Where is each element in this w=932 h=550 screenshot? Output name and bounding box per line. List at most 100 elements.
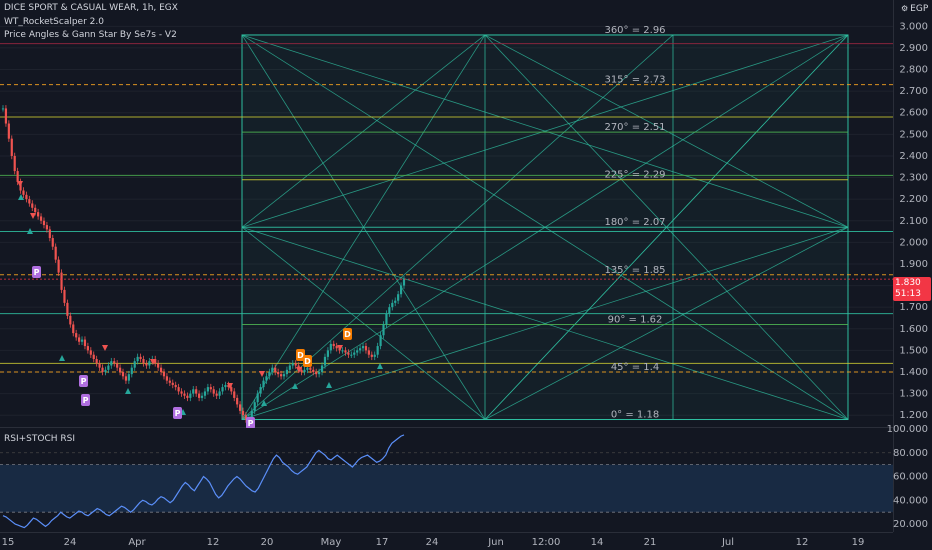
price-axis-tick: 2.900 (899, 43, 928, 54)
gann-level-label: 360° = 2.96 (604, 25, 665, 36)
time-axis-tick: 20 (261, 537, 274, 548)
indicator-gann-star: Price Angles & Gann Star By Se7s - V2 (4, 30, 177, 40)
candle-body (274, 367, 277, 372)
candle-body (382, 324, 385, 336)
candle-body (1, 108, 5, 110)
candle-body (101, 367, 104, 372)
candle-body (37, 212, 40, 217)
candle-body (215, 393, 218, 396)
candle-body (198, 393, 201, 398)
candle-body (277, 371, 280, 375)
candle-body (148, 361, 151, 366)
candle-body (364, 346, 368, 351)
candle-body (379, 335, 382, 347)
candle-body (397, 294, 400, 301)
candle-body (312, 369, 315, 372)
candle-body (75, 333, 78, 338)
currency-badge[interactable]: ⚙ EGP (901, 4, 928, 14)
candle-body (200, 395, 204, 398)
signal-badge: D (303, 355, 312, 367)
time-axis-tick: 19 (852, 537, 865, 548)
pattern-badge: P (173, 407, 182, 419)
gann-level-label: 225° = 2.29 (604, 170, 665, 181)
candle-body (288, 365, 291, 370)
rsi-axis-tick: 100.000 (887, 424, 928, 435)
chart-canvas[interactable]: 360° = 2.96 315° = 2.73 270° = 2.51 225° = … (0, 0, 932, 550)
candle-body (189, 393, 192, 398)
candle-body (180, 391, 183, 394)
candle-body (285, 369, 289, 375)
candle-body (92, 354, 95, 360)
gann-level-label: 270° = 2.51 (604, 122, 665, 133)
gann-level-label: 135° = 1.85 (604, 265, 665, 276)
candle-body (256, 393, 259, 403)
time-axis-tick: Jul (721, 537, 734, 548)
price-axis[interactable]: 3.000 2.900 2.800 2.700 2.600 2.500 2.400 2.300… (887, 0, 932, 550)
price-axis-bg (893, 0, 932, 550)
rsi-axis-tick: 20.000 (893, 519, 928, 530)
candle-body (133, 361, 136, 368)
candle-body (63, 289, 66, 303)
candle-body (28, 199, 31, 204)
candle-body (250, 410, 253, 418)
price-axis-tick: 2.000 (899, 237, 928, 248)
candle-body (25, 194, 28, 200)
time-axis-tick: May (321, 537, 342, 548)
candle-body (83, 339, 87, 347)
candle-body (350, 354, 353, 356)
bar-countdown: 51:13 (895, 289, 921, 299)
candle-body (385, 313, 388, 325)
price-axis-tick: 1.700 (899, 302, 928, 313)
candle-body (186, 395, 189, 398)
candle-body (306, 367, 309, 370)
candle-body (48, 229, 51, 239)
pattern-badge: P (32, 266, 41, 278)
candle-body (168, 380, 171, 383)
candle-body (57, 259, 60, 273)
time-axis[interactable]: 15 24 Apr 12 20 May 17 24 Jun 12:00 14 21 Jul 12 19 (0, 532, 893, 549)
candle-body (195, 389, 198, 394)
candle-body (116, 363, 119, 368)
candle-body (192, 389, 195, 394)
rsi-title: RSI+STOCH RSI (4, 434, 75, 444)
candle-body (95, 359, 98, 364)
candle-body (318, 371, 321, 375)
candle-body (31, 203, 34, 208)
candle-body (22, 190, 25, 195)
badge-text: P (34, 268, 40, 277)
price-axis-tick: 1.200 (899, 410, 928, 421)
candle-body (42, 220, 46, 226)
rsi-band (0, 464, 893, 513)
price-axis-tick: 2.800 (899, 65, 928, 76)
badge-text: P (248, 419, 254, 428)
candle-body (45, 225, 49, 230)
candle-body (291, 363, 294, 366)
candle-body (171, 382, 174, 385)
rsi-pane[interactable] (0, 428, 893, 532)
candle-body (300, 369, 303, 372)
gann-level-label: 315° = 2.73 (604, 75, 665, 86)
candle-body (265, 376, 268, 381)
settings-icon[interactable]: ⚙ (901, 4, 908, 13)
candle-body (303, 369, 306, 372)
candle-body (218, 391, 221, 396)
rsi-axis-tick: 60.000 (893, 472, 928, 483)
candle-body (39, 216, 43, 221)
candle-body (118, 367, 122, 372)
candle-body (326, 350, 329, 357)
candle-body (113, 361, 116, 364)
price-axis-tick: 1.300 (899, 389, 928, 400)
price-pane[interactable]: 360° = 2.96 315° = 2.73 270° = 2.51 225° = … (0, 0, 893, 429)
candle-body (16, 171, 19, 182)
price-axis-tick: 2.700 (899, 86, 928, 97)
candle-body (89, 350, 92, 355)
candle-body (157, 363, 160, 368)
candle-body (203, 391, 207, 396)
candle-body (391, 302, 394, 308)
currency-label: EGP (910, 4, 929, 14)
candle-body (7, 123, 10, 139)
candle-body (402, 279, 406, 286)
gann-level-label: 45° = 1.4 (611, 362, 659, 373)
candle-body (86, 346, 89, 351)
candle-body (127, 374, 130, 381)
